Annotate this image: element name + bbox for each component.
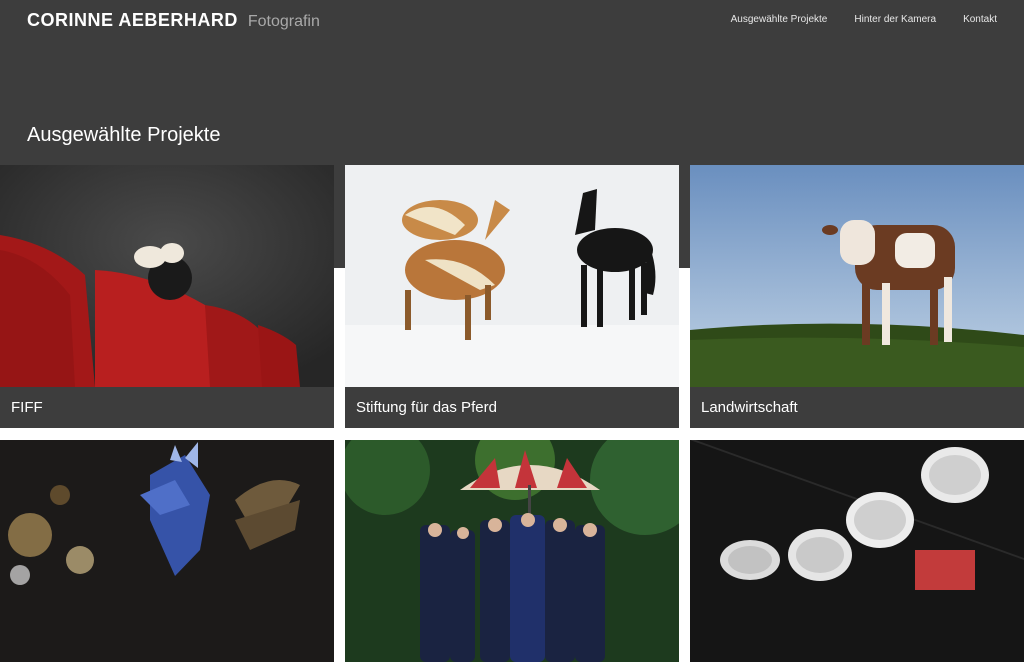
project-title[interactable]: FIFF <box>0 387 334 428</box>
project-photo <box>345 440 679 662</box>
project-photo <box>0 165 334 387</box>
nav-item-contact[interactable]: Kontakt <box>963 14 997 25</box>
nav-item-projects[interactable]: Ausgewählte Projekte <box>731 14 828 25</box>
project-card-6[interactable] <box>690 440 1024 662</box>
project-photo <box>690 440 1024 662</box>
project-card-5[interactable] <box>345 440 679 662</box>
project-card-landwirtschaft[interactable]: Landwirtschaft <box>690 165 1024 428</box>
project-card-4[interactable] <box>0 440 334 662</box>
project-photo <box>345 165 679 387</box>
project-card-fiff[interactable]: FIFF <box>0 165 334 428</box>
main-nav: Ausgewählte Projekte Hinter der Kamera K… <box>731 14 997 25</box>
project-photo <box>0 440 334 662</box>
brand-subtitle: Fotografin <box>247 13 320 30</box>
project-title[interactable]: Stiftung für das Pferd <box>345 387 679 428</box>
project-card-stiftung-pferd[interactable]: Stiftung für das Pferd <box>345 165 679 428</box>
project-title[interactable]: Landwirtschaft <box>690 387 1024 428</box>
brand-name[interactable]: CORINNE AEBERHARD <box>27 10 238 31</box>
project-photo <box>690 165 1024 387</box>
section-title: Ausgewählte Projekte <box>27 124 221 146</box>
site-brand[interactable]: CORINNE AEBERHARD Fotografin <box>27 10 320 34</box>
nav-item-behind-camera[interactable]: Hinter der Kamera <box>854 14 936 25</box>
